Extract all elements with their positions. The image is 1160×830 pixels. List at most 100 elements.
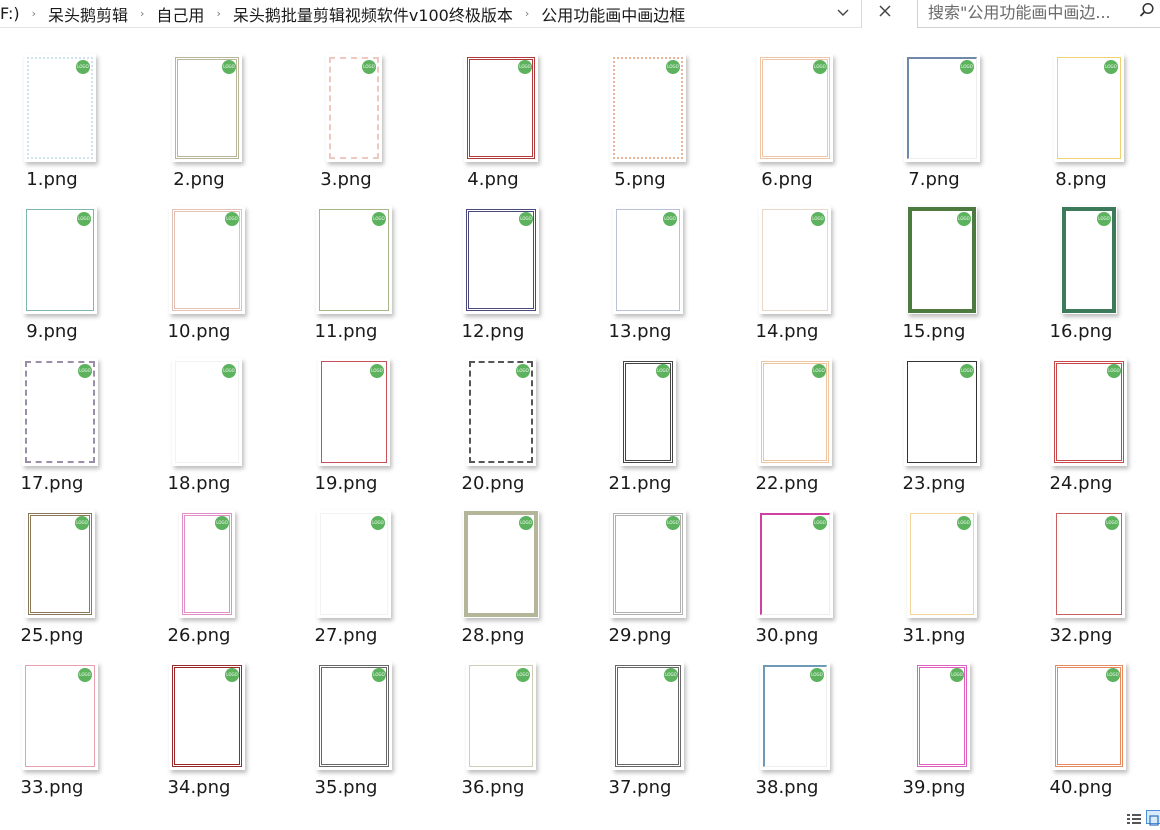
file-item[interactable]: LOGO 30.png bbox=[737, 506, 837, 648]
breadcrumb-item[interactable]: 自己用 bbox=[156, 2, 204, 26]
file-name: 33.png bbox=[20, 777, 84, 798]
file-item[interactable]: LOGO 12.png bbox=[443, 202, 543, 344]
breadcrumb-item[interactable]: 呆头鹅剪辑 bbox=[48, 2, 128, 26]
file-thumbnail: LOGO bbox=[22, 662, 98, 770]
file-item[interactable]: LOGO 31.png bbox=[884, 506, 984, 648]
logo-badge: LOGO bbox=[78, 364, 92, 378]
file-name: 17.png bbox=[20, 473, 84, 494]
file-name: 22.png bbox=[755, 473, 819, 494]
close-icon bbox=[879, 5, 891, 17]
file-name: 40.png bbox=[1049, 777, 1113, 798]
logo-badge: LOGO bbox=[516, 668, 530, 682]
file-item[interactable]: LOGO 14.png bbox=[737, 202, 837, 344]
file-item[interactable]: LOGO 7.png bbox=[884, 50, 984, 192]
file-thumbnail: LOGO bbox=[610, 510, 686, 618]
file-name: 26.png bbox=[167, 625, 231, 646]
file-name: 21.png bbox=[608, 473, 672, 494]
logo-badge: LOGO bbox=[666, 516, 680, 530]
logo-badge: LOGO bbox=[666, 60, 680, 74]
breadcrumb-drive[interactable]: F:) bbox=[0, 4, 20, 23]
details-view-button[interactable] bbox=[1126, 810, 1142, 824]
file-name: 29.png bbox=[608, 625, 672, 646]
file-item[interactable]: LOGO 37.png bbox=[590, 658, 690, 800]
file-item[interactable]: LOGO 21.png bbox=[590, 354, 690, 496]
logo-badge: LOGO bbox=[960, 60, 974, 74]
breadcrumb-item[interactable]: 呆头鹅批量剪辑视频软件v100终极版本 bbox=[233, 2, 513, 26]
file-item[interactable]: LOGO 17.png bbox=[2, 354, 102, 496]
file-item[interactable]: LOGO 4.png bbox=[443, 50, 543, 192]
clear-address-button[interactable] bbox=[867, 0, 903, 22]
file-item[interactable]: LOGO 26.png bbox=[149, 506, 249, 648]
file-item[interactable]: LOGO 22.png bbox=[737, 354, 837, 496]
file-item[interactable]: LOGO 25.png bbox=[2, 506, 102, 648]
logo-badge: LOGO bbox=[656, 364, 670, 378]
file-thumbnail: LOGO bbox=[463, 206, 539, 314]
file-item[interactable]: LOGO 1.png bbox=[2, 50, 102, 192]
file-item[interactable]: LOGO 35.png bbox=[296, 658, 396, 800]
file-item[interactable]: LOGO 36.png bbox=[443, 658, 543, 800]
address-history-button[interactable] bbox=[830, 2, 856, 24]
logo-badge: LOGO bbox=[362, 60, 376, 74]
chevron-right-icon: › bbox=[524, 7, 530, 20]
file-thumbnail: LOGO bbox=[316, 662, 392, 770]
search-box[interactable]: 搜索"公用功能画中画边... bbox=[917, 0, 1160, 28]
logo-badge: LOGO bbox=[516, 364, 530, 378]
logo-badge: LOGO bbox=[370, 364, 384, 378]
file-item[interactable]: LOGO 34.png bbox=[149, 658, 249, 800]
search-input[interactable]: 搜索"公用功能画中画边... bbox=[928, 0, 1133, 23]
logo-badge: LOGO bbox=[371, 516, 385, 530]
file-thumbnail: LOGO bbox=[759, 206, 831, 314]
file-item[interactable]: LOGO 29.png bbox=[590, 506, 690, 648]
file-thumbnail: LOGO bbox=[907, 206, 977, 314]
file-item[interactable]: LOGO 39.png bbox=[884, 658, 984, 800]
file-item[interactable]: LOGO 19.png bbox=[296, 354, 396, 496]
file-item[interactable]: LOGO 9.png bbox=[2, 202, 102, 344]
file-item[interactable]: LOGO 2.png bbox=[149, 50, 249, 192]
logo-badge: LOGO bbox=[1106, 668, 1120, 682]
logo-badge: LOGO bbox=[810, 668, 824, 682]
file-item[interactable]: LOGO 40.png bbox=[1031, 658, 1131, 800]
file-thumbnail: LOGO bbox=[169, 206, 245, 314]
file-item[interactable]: LOGO 23.png bbox=[884, 354, 984, 496]
logo-badge: LOGO bbox=[811, 212, 825, 226]
logo-badge: LOGO bbox=[519, 212, 533, 226]
file-thumbnail: LOGO bbox=[620, 358, 676, 466]
view-switcher bbox=[1126, 810, 1160, 826]
file-item[interactable]: LOGO 38.png bbox=[737, 658, 837, 800]
file-name: 7.png bbox=[908, 169, 960, 190]
file-item[interactable]: LOGO 3.png bbox=[296, 50, 396, 192]
breadcrumb-item[interactable]: 公用功能画中画边框 bbox=[541, 2, 685, 26]
file-name: 31.png bbox=[902, 625, 966, 646]
file-item[interactable]: LOGO 24.png bbox=[1031, 354, 1131, 496]
file-name: 5.png bbox=[614, 169, 666, 190]
logo-badge: LOGO bbox=[813, 60, 827, 74]
file-item[interactable]: LOGO 13.png bbox=[590, 202, 690, 344]
file-thumbnail: LOGO bbox=[610, 54, 686, 162]
file-item[interactable]: LOGO 16.png bbox=[1031, 202, 1131, 344]
file-item[interactable]: LOGO 27.png bbox=[296, 506, 396, 648]
file-item[interactable]: LOGO 11.png bbox=[296, 202, 396, 344]
file-item[interactable]: LOGO 18.png bbox=[149, 354, 249, 496]
file-name: 20.png bbox=[461, 473, 525, 494]
file-item[interactable]: LOGO 15.png bbox=[884, 202, 984, 344]
file-name: 18.png bbox=[167, 473, 231, 494]
file-item[interactable]: LOGO 28.png bbox=[443, 506, 543, 648]
file-item[interactable]: LOGO 20.png bbox=[443, 354, 543, 496]
file-item[interactable]: LOGO 10.png bbox=[149, 202, 249, 344]
file-item[interactable]: LOGO 33.png bbox=[2, 658, 102, 800]
file-name: 14.png bbox=[755, 321, 819, 342]
file-item[interactable]: LOGO 6.png bbox=[737, 50, 837, 192]
file-name: 24.png bbox=[1049, 473, 1113, 494]
logo-badge: LOGO bbox=[372, 668, 386, 682]
file-name: 27.png bbox=[314, 625, 378, 646]
search-icon[interactable] bbox=[1139, 2, 1155, 18]
file-item[interactable]: LOGO 8.png bbox=[1031, 50, 1131, 192]
thumbnail-view-button[interactable] bbox=[1146, 810, 1160, 826]
file-name: 11.png bbox=[314, 321, 378, 342]
file-grid: LOGO 1.png LOGO 2.png LOGO 3.png LOGO 4.png LOGO… bbox=[0, 50, 1160, 810]
file-name: 39.png bbox=[902, 777, 966, 798]
file-item[interactable]: LOGO 32.png bbox=[1031, 506, 1131, 648]
file-item[interactable]: LOGO 5.png bbox=[590, 50, 690, 192]
address-bar[interactable]: F:) › 呆头鹅剪辑 › 自己用 › 呆头鹅批量剪辑视频软件v100终极版本 … bbox=[0, 0, 862, 28]
file-thumbnail: LOGO bbox=[25, 510, 95, 618]
